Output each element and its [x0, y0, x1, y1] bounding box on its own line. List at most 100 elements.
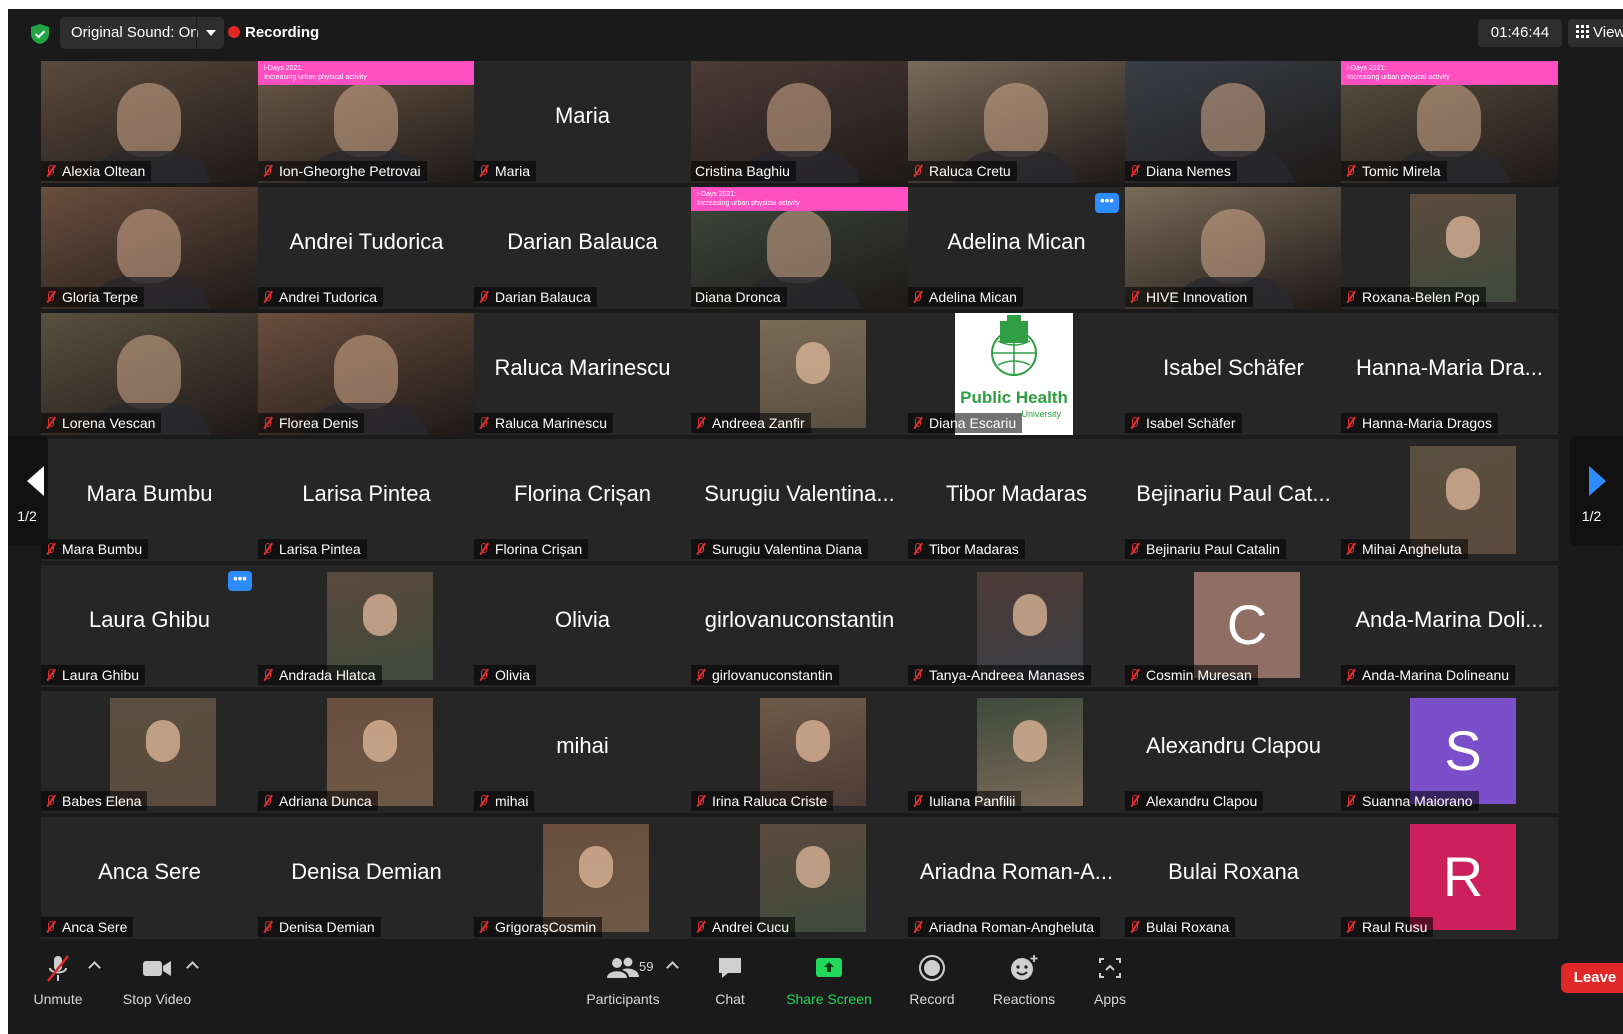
participant-name-tag: Adelina Mican — [908, 287, 1023, 307]
chevron-up-icon[interactable] — [666, 961, 679, 974]
participant-tile[interactable]: Darian Balauca Darian Balauca — [474, 187, 691, 309]
person-silhouette — [1201, 209, 1265, 283]
participant-tile[interactable]: i-Days 2021: Increasing urban physical ac… — [691, 187, 908, 309]
participant-tile[interactable]: Mara Bumbu Mara Bumbu — [41, 439, 258, 561]
participant-tile[interactable]: i-Days 2021: Increasing urban physical ac… — [1341, 61, 1558, 183]
participant-tile[interactable]: Olivia Olivia — [474, 565, 691, 687]
next-page-button[interactable]: 1/2 — [1570, 436, 1623, 546]
reactions-button[interactable]: Reactions — [988, 954, 1060, 1007]
participant-tile[interactable]: i-Days 2021: Increasing urban physical ac… — [258, 61, 475, 183]
participant-tile[interactable]: S Suanna Maiorano — [1341, 691, 1558, 813]
participant-tile[interactable]: Larisa Pintea Larisa Pintea — [258, 439, 475, 561]
participant-name-tag: Olivia — [474, 665, 537, 685]
participant-tile[interactable]: Tanya-Andreea Manases — [908, 565, 1125, 687]
participant-display-name: girlovanuconstantin — [704, 607, 895, 632]
participant-tile[interactable]: Lorena Vescan — [41, 313, 258, 435]
participant-tile[interactable]: Diana Nemes — [1125, 61, 1342, 183]
participant-tile[interactable]: Mihai Angheluta — [1341, 439, 1558, 561]
participant-tile[interactable]: R Raul Rusu — [1341, 817, 1558, 939]
participant-tile[interactable]: Andrei Cucu — [691, 817, 908, 939]
participant-name-tag: girlovanuconstantin — [691, 665, 839, 685]
chat-button[interactable]: Chat — [710, 954, 750, 1007]
record-button[interactable]: Record — [906, 954, 958, 1007]
participant-name-tag: Raluca Marinescu — [474, 413, 614, 433]
participant-tile[interactable]: Isabel Schäfer Isabel Schäfer — [1125, 313, 1342, 435]
participant-tile[interactable]: Public Health University Diana Escariu — [908, 313, 1125, 435]
participant-tile[interactable]: Raluca Marinescu Raluca Marinescu — [474, 313, 691, 435]
participant-tile[interactable]: Adelina Mican ••• Adelina Mican — [908, 187, 1125, 309]
participant-tile[interactable]: Surugiu Valentina... Surugiu Valentina Di… — [691, 439, 908, 561]
participant-name-tag: Florina Crișan — [474, 539, 589, 559]
participant-tile[interactable]: Andreea Zanfir — [691, 313, 908, 435]
more-options-icon[interactable]: ••• — [228, 571, 252, 591]
leave-button[interactable]: Leave — [1561, 963, 1623, 993]
participant-tile[interactable]: Anca Sere Anca Sere — [41, 817, 258, 939]
participant-name-tag: Surugiu Valentina Diana — [691, 539, 868, 559]
participants-button[interactable]: 59 Participants — [586, 954, 660, 1007]
participant-tile[interactable]: Babes Elena — [41, 691, 258, 813]
chat-label: Chat — [715, 991, 745, 1007]
participant-tile[interactable]: girlovanuconstantin girlovanuconstantin — [691, 565, 908, 687]
participant-tile[interactable]: mihai mihai — [474, 691, 691, 813]
participant-tile[interactable]: GrigorașCosmin — [474, 817, 691, 939]
participant-name-tag: Roxana-Belen Pop — [1341, 287, 1486, 307]
person-silhouette — [117, 83, 181, 157]
participant-display-name: Florina Crișan — [514, 481, 651, 506]
participant-name-tag: Laura Ghibu — [41, 665, 146, 685]
participant-tile[interactable]: Ariadna Roman-A... Ariadna Roman-Anghelut… — [908, 817, 1125, 939]
participant-tile[interactable]: Hanna-Maria Dra... Hanna-Maria Dragos — [1341, 313, 1558, 435]
original-sound-label: Original Sound: On — [71, 24, 199, 41]
recording-label: Recording — [245, 24, 320, 41]
participant-tile[interactable]: HIVE Innovation — [1125, 187, 1342, 309]
participant-tile[interactable]: Tibor Madaras Tibor Madaras — [908, 439, 1125, 561]
participant-tile[interactable]: Maria Maria — [474, 61, 691, 183]
share-screen-button[interactable]: Share Screen — [784, 954, 874, 1007]
muted-mic-icon — [695, 795, 705, 807]
participant-tile[interactable]: Alexandru Clapou Alexandru Clapou — [1125, 691, 1342, 813]
participant-display-name: Olivia — [554, 607, 610, 632]
participant-name-tag: mihai — [474, 791, 535, 811]
security-shield-icon[interactable] — [29, 23, 51, 45]
participant-tile[interactable]: Raluca Cretu — [908, 61, 1125, 183]
participant-tile[interactable]: Florea Denis — [258, 313, 475, 435]
recording-indicator[interactable]: Recording — [228, 17, 319, 49]
unmute-button[interactable]: Unmute — [30, 954, 86, 1007]
participant-tile[interactable]: Roxana-Belen Pop — [1341, 187, 1558, 309]
more-options-icon[interactable]: ••• — [1095, 193, 1119, 213]
stop-video-label: Stop Video — [122, 991, 192, 1007]
muted-mic-icon — [695, 417, 705, 429]
participant-tile[interactable]: Denisa Demian Denisa Demian — [258, 817, 475, 939]
logo-title: Public Health — [960, 388, 1068, 407]
participant-display-name: Anca Sere — [98, 859, 201, 884]
view-button[interactable]: View — [1568, 19, 1623, 47]
participant-tile[interactable]: Florina Crișan Florina Crișan — [474, 439, 691, 561]
participant-name: Hanna-Maria Dragos — [1362, 415, 1492, 431]
apps-button[interactable]: Apps — [1088, 954, 1132, 1007]
participant-tile[interactable]: Gloria Terpe — [41, 187, 258, 309]
participant-tile[interactable]: C Cosmin Muresan — [1125, 565, 1342, 687]
participant-tile[interactable]: Bejinariu Paul Cat... Bejinariu Paul Cata… — [1125, 439, 1342, 561]
original-sound-button[interactable]: Original Sound: On — [60, 17, 224, 49]
participant-tile[interactable]: Adriana Dunca — [258, 691, 475, 813]
view-label: View — [1593, 24, 1623, 41]
participant-tile[interactable]: Andrada Hlatca — [258, 565, 475, 687]
person-face — [796, 720, 830, 762]
muted-mic-icon — [1129, 921, 1139, 933]
chevron-down-icon[interactable] — [206, 30, 216, 36]
participant-tile[interactable]: Bulai Roxana Bulai Roxana — [1125, 817, 1342, 939]
participant-tile[interactable]: Alexia Oltean — [41, 61, 258, 183]
participant-name-tag: Larisa Pintea — [258, 539, 367, 559]
participant-tile[interactable]: Iuliana Panfilii — [908, 691, 1125, 813]
participant-tile[interactable]: Andrei Tudorica Andrei Tudorica — [258, 187, 475, 309]
stop-video-button[interactable]: Stop Video — [120, 954, 194, 1007]
participant-tile[interactable]: Cristina Baghiu — [691, 61, 908, 183]
chevron-up-icon[interactable] — [88, 961, 101, 974]
record-dot-icon — [228, 26, 240, 38]
person-face — [1013, 720, 1047, 762]
participant-tile[interactable]: Laura Ghibu ••• Laura Ghibu — [41, 565, 258, 687]
previous-page-button[interactable]: 1/2 — [8, 436, 48, 546]
participant-tile[interactable]: Anda-Marina Doli... Anda-Marina Dolineanu — [1341, 565, 1558, 687]
participant-name: Raul Rusu — [1362, 919, 1428, 935]
participant-name-tag: Lorena Vescan — [41, 413, 162, 433]
participant-tile[interactable]: Irina Raluca Criste — [691, 691, 908, 813]
